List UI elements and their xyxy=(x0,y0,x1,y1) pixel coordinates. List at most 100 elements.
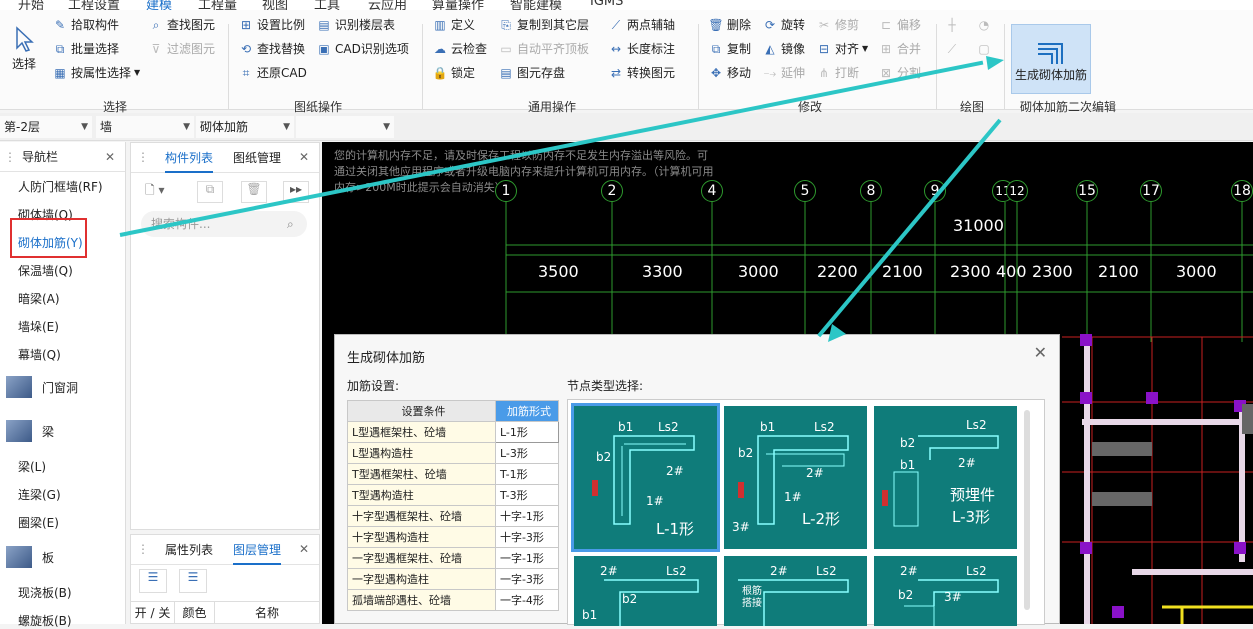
tab-drawing-manage[interactable]: 图纸管理 xyxy=(233,143,281,173)
identify-floor-table-button[interactable]: ▤ 识别楼层表 xyxy=(316,14,395,36)
select-button[interactable]: 选择 xyxy=(6,26,42,86)
copy-to-floor-button[interactable]: ⎘ 复制到其它层 xyxy=(498,14,589,36)
cloud-check-button[interactable]: ☁ 云检查 xyxy=(432,38,487,60)
delete-component-button[interactable]: 🗑 xyxy=(241,181,267,203)
convert-element-button[interactable]: ⇄ 转换图元 xyxy=(608,62,675,84)
save-element-button[interactable]: ▤ 图元存盘 xyxy=(498,62,565,84)
tab-property-list[interactable]: 属性列表 xyxy=(165,535,213,565)
auto-align-slab-button[interactable]: ▭ 自动平齐顶板 xyxy=(498,38,589,60)
table-row[interactable]: T型遇构造柱 T-3形 xyxy=(347,484,560,506)
tab-calc[interactable]: 算量操作 xyxy=(432,0,484,10)
lock-button[interactable]: 🔒 锁定 xyxy=(432,62,476,84)
rotate-button[interactable]: ⟳ 旋转 xyxy=(762,14,805,36)
nav-item-spiral-slab[interactable]: 螺旋板(B) xyxy=(18,612,72,629)
two-point-axis-button[interactable]: ⟋ 两点辅轴 xyxy=(608,14,675,36)
drag-handle-icon[interactable]: ⋮ xyxy=(137,150,149,164)
generate-masonry-rebar-button[interactable]: 生成砌体加筋 xyxy=(1011,24,1091,94)
nav-item-cast-slab[interactable]: 现浇板(B) xyxy=(18,584,72,601)
tab-modeling[interactable]: 建模 xyxy=(146,0,172,10)
tab-view[interactable]: 视图 xyxy=(262,0,288,10)
extend-button[interactable]: ⤍ 延伸 xyxy=(762,62,805,84)
drag-handle-icon[interactable]: ⋮ xyxy=(137,542,149,556)
tab-tools[interactable]: 工具 xyxy=(314,0,340,10)
select-by-attr-button[interactable]: ▦ 按属性选择 ▼ xyxy=(52,62,140,84)
new-component-button[interactable]: 🗋 ▾ xyxy=(145,181,185,203)
type-select[interactable]: 墙 ▼ xyxy=(96,116,194,138)
nav-item-civil-door-wall[interactable]: 人防门框墙(RF) xyxy=(18,178,103,195)
tab-quantity[interactable]: 工程量 xyxy=(198,0,237,10)
nav-group-beam[interactable]: 梁 xyxy=(6,420,54,442)
move-button[interactable]: ✥ 移动 xyxy=(708,62,751,84)
offset-button[interactable]: ⊏ 偏移 xyxy=(878,14,921,36)
form-cell[interactable]: 一字-3形 xyxy=(494,568,560,590)
break-button[interactable]: ⋔ 打断 xyxy=(816,62,859,84)
node-card-l2[interactable]: b1 Ls2 b2 2# 1# 3# L-2形 xyxy=(724,406,867,549)
tab-component-list[interactable]: 构件列表 xyxy=(165,143,214,173)
node-card-t3[interactable]: 2# Ls2 b2 3# xyxy=(874,556,1017,626)
subtype-select[interactable]: 砌体加筋 ▼ xyxy=(196,116,294,138)
scrollbar[interactable] xyxy=(1024,410,1030,610)
node-card-t1[interactable]: 2# Ls2 b2 b1 xyxy=(574,556,717,626)
copy-component-button[interactable]: ⧉ xyxy=(197,181,223,203)
form-cell[interactable]: L-1形 xyxy=(494,421,560,443)
table-row[interactable]: L型遇构造柱 L-3形 xyxy=(347,442,560,464)
close-icon[interactable]: ✕ xyxy=(105,142,115,172)
tab-smart[interactable]: 智能建模 xyxy=(510,0,562,10)
length-dim-button[interactable]: ↔ 长度标注 xyxy=(608,38,675,60)
tab-start[interactable]: 开始 xyxy=(18,0,44,10)
find-replace-button[interactable]: ⟲ 查找替换 xyxy=(238,38,305,60)
floor-select[interactable]: 第-2层 ▼ xyxy=(0,116,92,138)
form-cell[interactable]: 十字-3形 xyxy=(494,526,560,548)
delete-button[interactable]: 🗑 删除 xyxy=(708,14,751,36)
nav-group-openings[interactable]: 门窗洞 xyxy=(6,376,78,398)
nav-item-curtain-wall[interactable]: 幕墙(Q) xyxy=(18,346,61,363)
form-cell[interactable]: 一字-1形 xyxy=(494,547,560,569)
layer-show-button[interactable]: ☰ xyxy=(139,569,167,593)
align-button[interactable]: ⊟ 对齐 ▼ xyxy=(816,38,868,60)
find-element-button[interactable]: ⌕ 查找图元 xyxy=(148,14,215,36)
table-row[interactable]: 孤墙端部遇柱、砼墙 一字-4形 xyxy=(347,589,560,611)
copy-button[interactable]: ⧉ 复制 xyxy=(708,38,751,60)
draw-point-button[interactable]: ┼ xyxy=(944,14,960,36)
draw-line-button[interactable]: ⟋ xyxy=(944,38,960,60)
nav-item-hidden-beam[interactable]: 暗梁(A) xyxy=(18,290,60,307)
drag-handle-icon[interactable]: ⋮ xyxy=(4,142,16,172)
table-row[interactable]: 一字型遇框架柱、砼墙 一字-1形 xyxy=(347,547,560,569)
cad-options-button[interactable]: ▣ CAD识别选项 xyxy=(316,38,409,60)
filter-element-button[interactable]: ⊽ 过滤图元 xyxy=(148,38,215,60)
node-card-l1[interactable]: b1 Ls2 b2 2# 1# L-1形 xyxy=(571,403,720,552)
nav-item-ring-beam[interactable]: 圈梁(E) xyxy=(18,514,59,531)
node-card-t2[interactable]: 2# Ls2 根筋 搭接 xyxy=(724,556,867,626)
nav-item-beam[interactable]: 梁(L) xyxy=(18,458,46,475)
batch-select-button[interactable]: ⧉ 批量选择 xyxy=(52,38,119,60)
form-cell[interactable]: T-1形 xyxy=(494,463,560,485)
draw-arc-button[interactable]: ◔ xyxy=(976,14,992,36)
layer-hide-button[interactable]: ☰ xyxy=(179,569,207,593)
form-cell[interactable]: L-3形 xyxy=(494,442,560,464)
nav-item-insulation-wall[interactable]: 保温墙(Q) xyxy=(18,262,73,279)
component-select[interactable]: ▼ xyxy=(296,116,394,138)
form-cell[interactable]: 一字-4形 xyxy=(494,589,560,611)
restore-cad-button[interactable]: ⌗ 还原CAD xyxy=(238,62,307,84)
set-scale-button[interactable]: ⊞ 设置比例 xyxy=(238,14,305,36)
table-row[interactable]: 十字型遇构造柱 十字-3形 xyxy=(347,526,560,548)
nav-item-wall-pier[interactable]: 墙垛(E) xyxy=(18,318,59,335)
tab-layer-manage[interactable]: 图层管理 xyxy=(233,535,282,565)
define-button[interactable]: ▥ 定义 xyxy=(432,14,475,36)
trim-button[interactable]: ✂ 修剪 xyxy=(816,14,859,36)
tab-cloud[interactable]: 云应用 xyxy=(368,0,407,10)
tab-project-settings[interactable]: 工程设置 xyxy=(68,0,120,10)
node-card-l3[interactable]: b1 Ls2 b2 2# 预埋件 L-3形 xyxy=(874,406,1017,549)
nav-item-link-beam[interactable]: 连梁(G) xyxy=(18,486,61,503)
merge-button[interactable]: ⊞ 合并 xyxy=(878,38,921,60)
tab-igms[interactable]: IGMS xyxy=(590,0,623,9)
close-icon[interactable]: ✕ xyxy=(1034,343,1047,362)
close-icon[interactable]: ✕ xyxy=(299,150,309,164)
close-icon[interactable]: ✕ xyxy=(299,542,309,556)
table-row[interactable]: T型遇框架柱、砼墙 T-1形 xyxy=(347,463,560,485)
table-row[interactable]: L型遇框架柱、砼墙 L-1形 xyxy=(347,421,560,443)
form-cell[interactable]: T-3形 xyxy=(494,484,560,506)
table-row[interactable]: 十字型遇框架柱、砼墙 十字-1形 xyxy=(347,505,560,527)
mirror-button[interactable]: ◭ 镜像 xyxy=(762,38,805,60)
table-row[interactable]: 一字型遇构造柱 一字-3形 xyxy=(347,568,560,590)
